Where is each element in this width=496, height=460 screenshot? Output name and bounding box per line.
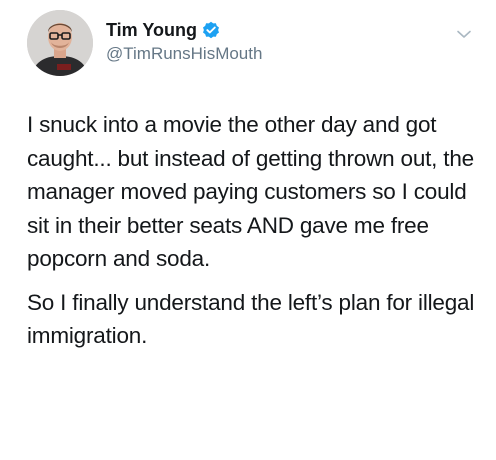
author-display-name[interactable]: Tim Young [106,19,197,41]
author-handle[interactable]: @TimRunsHisMouth [106,43,262,65]
chevron-down-icon[interactable] [455,25,473,43]
avatar-photo [27,10,93,76]
tweet-text: I snuck into a movie the other day and g… [27,108,487,353]
tweet-card: Tim Young @TimRunsHisMouth I snuck into … [0,0,496,460]
author-name-row: Tim Young [106,19,220,41]
tweet-paragraph: So I finally understand the left’s plan … [27,289,475,349]
avatar[interactable] [27,10,93,76]
verified-badge-icon [202,21,220,39]
tweet-paragraph: I snuck into a movie the other day and g… [27,112,474,271]
